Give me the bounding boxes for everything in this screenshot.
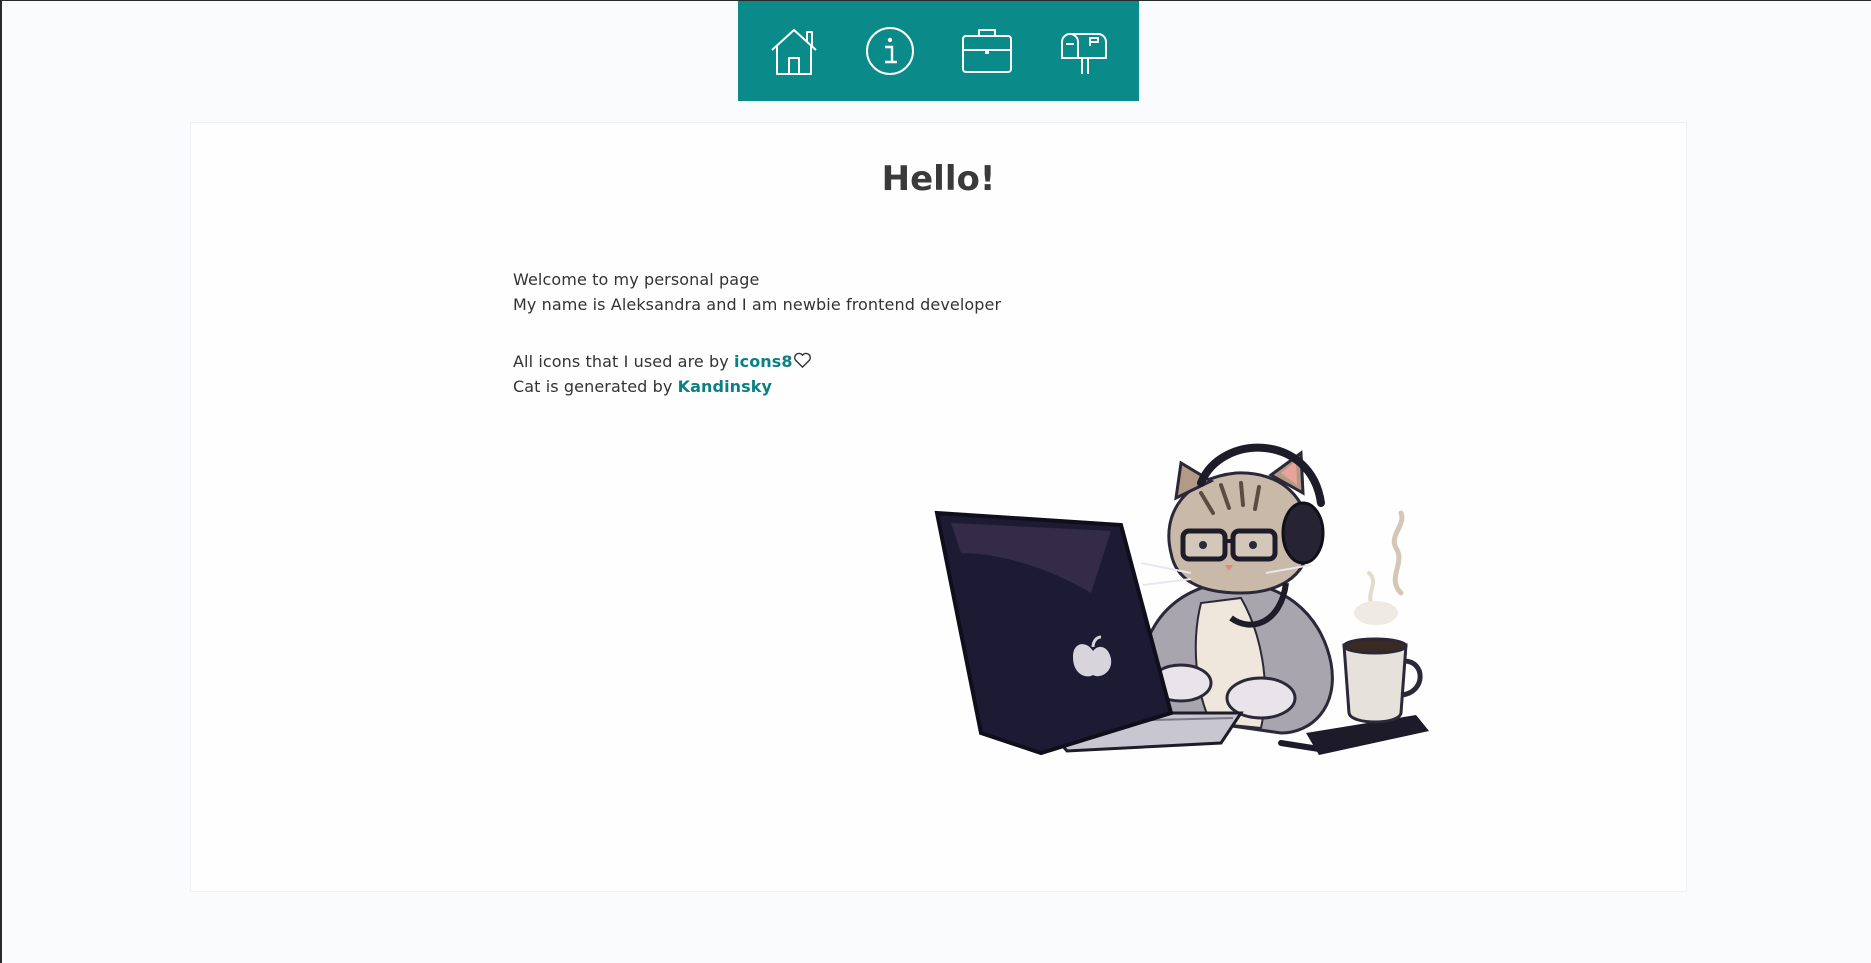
kandinsky-link[interactable]: Kandinsky <box>678 377 772 396</box>
cat-credit-prefix: Cat is generated by <box>513 377 678 396</box>
nav-portfolio[interactable] <box>947 11 1027 91</box>
nav-contact[interactable] <box>1043 11 1123 91</box>
briefcase-icon <box>961 29 1012 73</box>
home-icon <box>771 29 817 75</box>
cat-with-laptop-illustration <box>934 443 1429 756</box>
cat-credit-line: Cat is generated by Kandinsky <box>513 374 1001 399</box>
icons-credit-line: All icons that I used are by icons8 <box>513 349 1001 374</box>
intro-text: Welcome to my personal page My name is A… <box>513 267 1001 399</box>
nav-about[interactable] <box>850 11 930 91</box>
name-line: My name is Aleksandra and I am newbie fr… <box>513 295 1002 314</box>
page: Hello! Welcome to my personal page My na… <box>0 0 1871 963</box>
heart-icon <box>793 352 811 368</box>
welcome-line: Welcome to my personal page <box>513 270 760 289</box>
nav-home[interactable] <box>754 11 834 91</box>
icons8-link[interactable]: icons8 <box>734 352 793 371</box>
page-title: Hello! <box>881 159 996 199</box>
mailbox-icon <box>1060 33 1107 74</box>
top-nav <box>738 1 1139 101</box>
content-card: Hello! Welcome to my personal page My na… <box>190 122 1687 892</box>
icons-credit-prefix: All icons that I used are by <box>513 352 735 371</box>
info-icon <box>866 27 915 75</box>
